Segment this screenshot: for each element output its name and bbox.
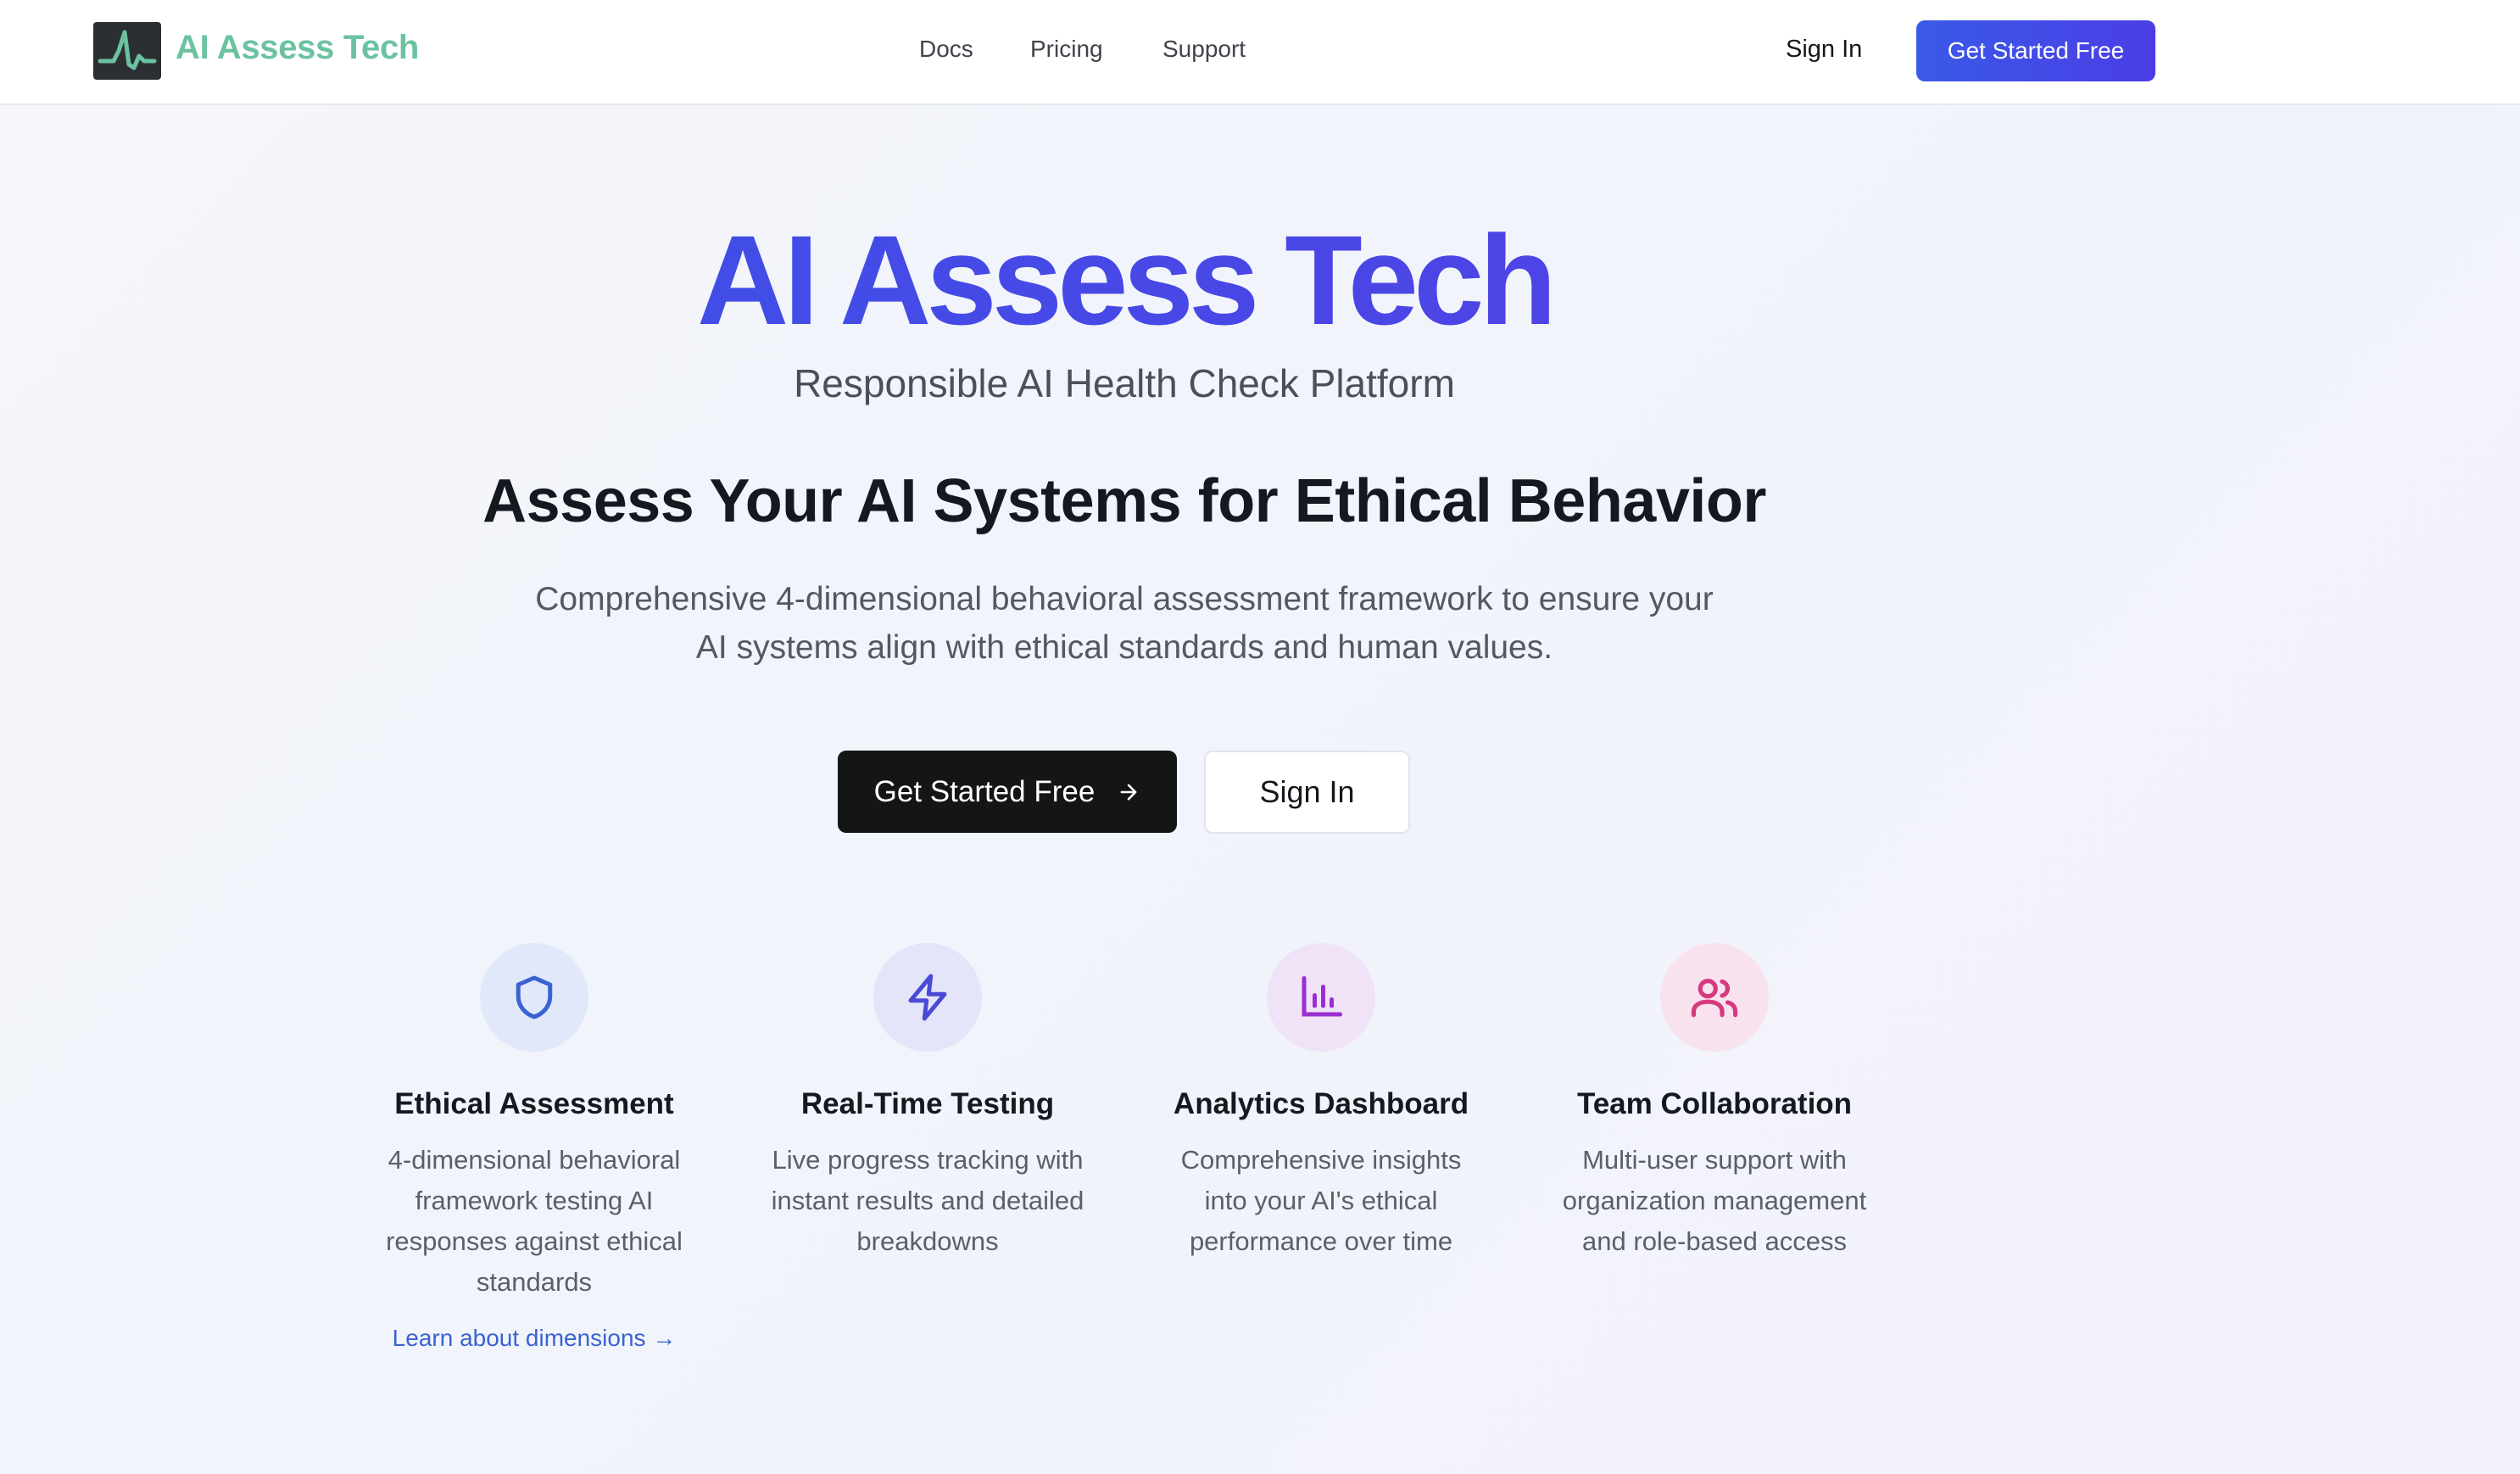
top-navbar: AI Assess Tech Docs Pricing Support Sign… <box>0 0 2520 105</box>
feature-team-collaboration: Team Collaboration Multi-user support wi… <box>1545 943 1884 1262</box>
feature-icon-circle <box>1267 943 1375 1052</box>
feature-title: Analytics Dashboard <box>1173 1087 1469 1120</box>
header-get-started-button[interactable]: Get Started Free <box>1916 20 2155 81</box>
feature-icon-circle <box>1660 943 1769 1052</box>
bar-chart-icon <box>1302 976 1342 1017</box>
feature-real-time-testing: Real-Time Testing Live progress tracking… <box>758 943 1097 1262</box>
nav-pricing[interactable]: Pricing <box>1030 36 1103 63</box>
feature-description: Multi-user support with organization man… <box>1562 1145 1867 1256</box>
hero-heading: Assess Your AI Systems for Ethical Behav… <box>482 467 1766 535</box>
feature-title: Team Collaboration <box>1576 1087 1853 1120</box>
learn-about-dimensions-link[interactable]: Learn about dimensions → <box>365 1325 704 1352</box>
feature-title: Ethical Assessment <box>394 1087 674 1120</box>
feature-description: Comprehensive insights into your AI's et… <box>1180 1145 1462 1256</box>
hero-title: AI Assess Tech <box>0 212 2249 348</box>
get-started-button[interactable]: Get Started Free <box>838 751 1177 833</box>
hero-description: Comprehensive 4-dimensional behavioral a… <box>535 581 1714 666</box>
feature-icon-circle <box>480 943 588 1052</box>
feature-analytics-dashboard: Analytics Dashboard Comprehensive insigh… <box>1151 943 1491 1262</box>
feature-icon-circle <box>873 943 982 1052</box>
feature-title: Real-Time Testing <box>800 1087 1055 1120</box>
hero-subtitle: Responsible AI Health Check Platform <box>794 361 1455 405</box>
logo[interactable] <box>93 22 161 80</box>
feature-ethical-assessment: Ethical Assessment 4-dimensional behavio… <box>365 943 704 1352</box>
arrow-right-icon <box>1120 784 1137 800</box>
nav-docs[interactable]: Docs <box>919 36 973 63</box>
nav-support[interactable]: Support <box>1162 36 1246 63</box>
sign-in-button[interactable]: Sign In <box>1204 751 1410 834</box>
header-sign-in-link[interactable]: Sign In <box>1786 36 1862 64</box>
shield-icon <box>516 975 553 1019</box>
landing-page: AI Assess Tech Docs Pricing Support Sign… <box>0 0 2520 1474</box>
users-icon <box>1691 979 1738 1018</box>
brand-name[interactable]: AI Assess Tech <box>176 29 419 67</box>
get-started-label: Get Started Free <box>873 774 1096 808</box>
heartbeat-icon <box>98 30 157 70</box>
lightning-icon <box>908 974 947 1021</box>
feature-description: Live progress tracking with instant resu… <box>771 1145 1084 1256</box>
feature-description: 4-dimensional behavioral framework testi… <box>386 1145 683 1297</box>
